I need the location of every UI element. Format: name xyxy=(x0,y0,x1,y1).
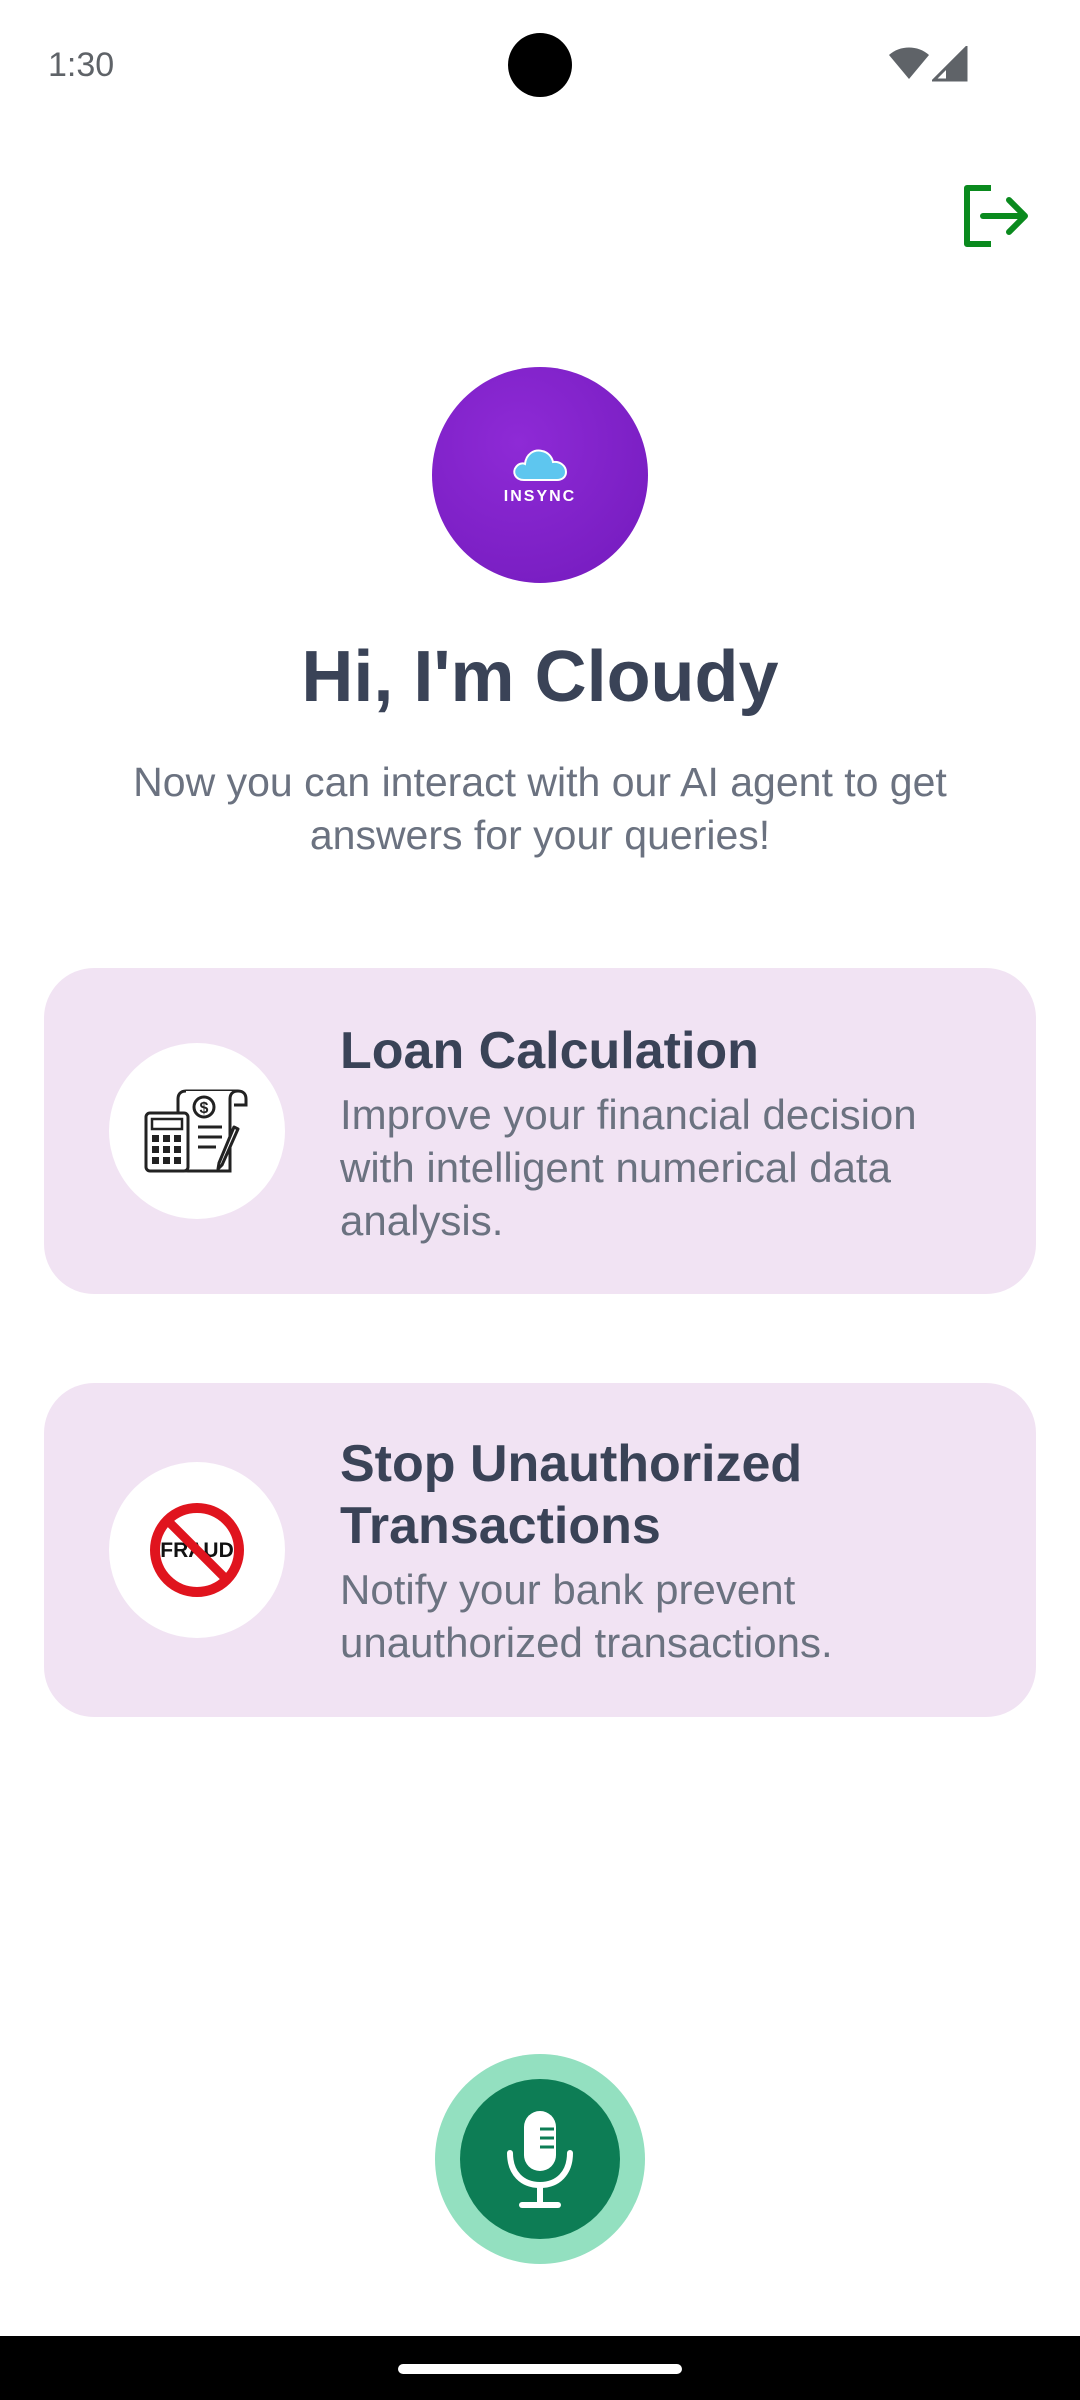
loan-card-text: Loan Calculation Improve your financial … xyxy=(340,1020,1000,1247)
card-description: Improve your financial decision with int… xyxy=(340,1091,917,1244)
home-indicator[interactable] xyxy=(398,2364,682,2374)
logout-icon xyxy=(964,185,1028,247)
stop-unauthorized-transactions-card[interactable]: FRAUD Stop Unauthorized Transactions Not… xyxy=(44,1383,1036,1717)
fraud-icon: FRAUD xyxy=(150,1503,244,1597)
fraud-icon-circle: FRAUD xyxy=(109,1462,285,1638)
status-bar: 1:30 xyxy=(0,0,1080,132)
insync-logo: INSYNC xyxy=(432,367,648,583)
card-description: Notify your bank prevent unauthorized tr… xyxy=(340,1566,833,1666)
card-title: Stop Unauthorized Transactions xyxy=(340,1435,803,1555)
svg-text:$: $ xyxy=(200,1100,209,1117)
microphone-icon xyxy=(507,2111,573,2208)
status-time: 1:30 xyxy=(48,46,115,84)
microphone-button[interactable] xyxy=(435,2054,645,2264)
camera-cutout xyxy=(508,33,572,97)
wifi-icon xyxy=(889,47,929,79)
loan-calculation-card[interactable]: $ Loan Calculation Improve your financia… xyxy=(44,968,1036,1294)
app-screen: 1:30 INSYNC Hi, I'm Cloudy Now you can i… xyxy=(0,0,1080,2400)
microphone-button-inner xyxy=(460,2079,620,2239)
fraud-card-text: Stop Unauthorized Transactions Notify yo… xyxy=(340,1433,1000,1669)
logo-text: INSYNC xyxy=(503,488,577,505)
cellular-signal-icon xyxy=(932,46,968,82)
logout-button[interactable] xyxy=(958,180,1034,252)
cloud-icon xyxy=(513,449,568,481)
greeting-subtitle: Now you can interact with our AI agent t… xyxy=(133,759,947,858)
loan-icon-circle: $ xyxy=(109,1043,285,1219)
loan-calculator-icon: $ xyxy=(144,1089,248,1173)
greeting-title: Hi, I'm Cloudy xyxy=(301,637,779,717)
card-title: Loan Calculation xyxy=(340,1022,759,1080)
